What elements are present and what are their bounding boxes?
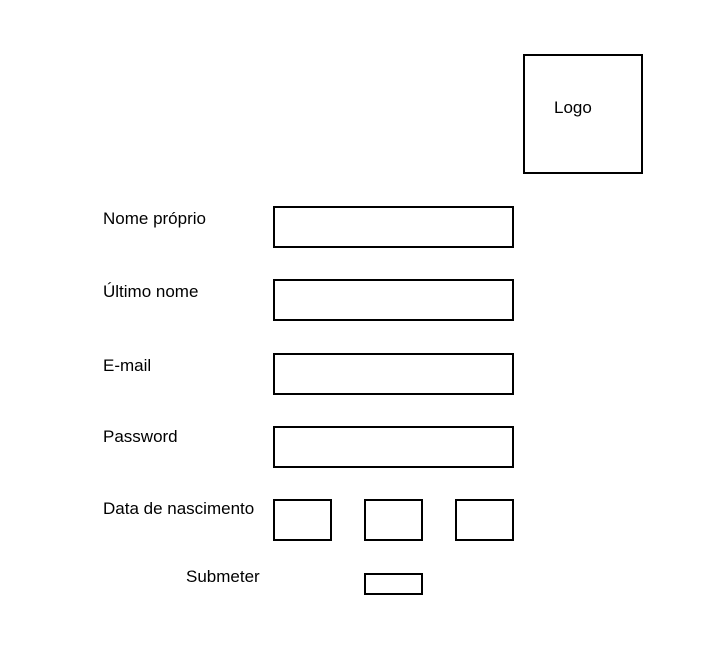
email-input[interactable] — [273, 353, 514, 395]
first-name-label: Nome próprio — [103, 209, 206, 228]
submit-label: Submeter — [186, 567, 260, 586]
logo-text: Logo — [554, 98, 592, 117]
email-label: E-mail — [103, 356, 152, 375]
last-name-label: Último nome — [103, 282, 199, 301]
password-label: Password — [103, 427, 178, 446]
submit-button[interactable] — [364, 573, 423, 595]
birthdate-label: Data de nascimento — [103, 499, 255, 518]
birthdate-month-input[interactable] — [364, 499, 423, 541]
birthdate-day-input[interactable] — [273, 499, 332, 541]
first-name-input[interactable] — [273, 206, 514, 248]
last-name-input[interactable] — [273, 279, 514, 321]
password-input[interactable] — [273, 426, 514, 468]
birthdate-year-input[interactable] — [455, 499, 514, 541]
